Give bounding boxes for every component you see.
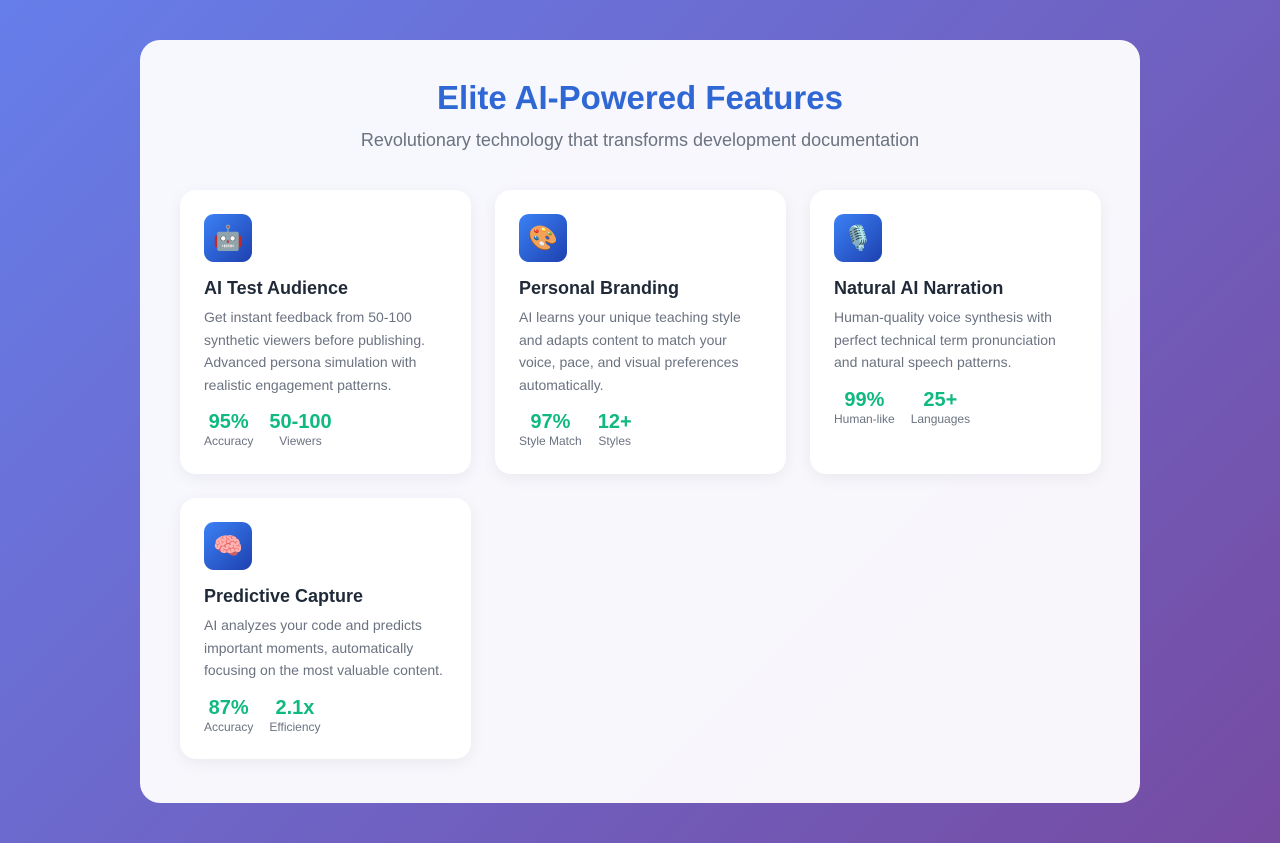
stat-value: 99% xyxy=(844,388,885,411)
feature-card-predictive-capture: 🧠 Predictive Capture AI analyzes your co… xyxy=(180,498,471,759)
feature-title: Personal Branding xyxy=(519,278,680,298)
stat-label: Accuracy xyxy=(204,719,254,734)
stat-item: 97% Style Match xyxy=(519,410,582,448)
stat-value: 2.1x xyxy=(275,696,315,719)
stat-label: Efficiency xyxy=(269,719,321,734)
feature-title: AI Test Audience xyxy=(204,278,349,298)
stat-label: Human-like xyxy=(834,411,895,426)
stat-label: Accuracy xyxy=(204,434,254,448)
feature-description: AI learns your unique teaching style and… xyxy=(519,309,741,393)
stat-item: 95% Accuracy xyxy=(204,410,253,448)
feature-card-natural-ai-narration: 🎙️ Natural AI Narration Human-quality vo… xyxy=(810,190,1101,474)
feature-title: Predictive Capture xyxy=(204,586,364,606)
stat-value: 25+ xyxy=(923,388,958,411)
stat-label: Style Match xyxy=(519,434,582,448)
stat-value: 87% xyxy=(208,696,249,719)
stat-item: 25+ Languages xyxy=(911,388,970,426)
stat-label: Languages xyxy=(910,411,971,426)
feature-card-personal-branding: 🎨 Personal Branding AI learns your uniqu… xyxy=(495,190,786,474)
feature-title: Natural AI Narration xyxy=(834,278,1004,298)
feature-card-ai-test-audience: 🤖 AI Test Audience Get instant feedback … xyxy=(180,190,471,474)
features-grid: 🤖 AI Test Audience Get instant feedback … xyxy=(180,190,1101,759)
stat-item: 50-100 Viewers xyxy=(269,410,331,448)
brain-icon: 🧠 xyxy=(204,522,252,570)
stat-label: Styles xyxy=(598,434,632,448)
stat-value: 50-100 xyxy=(269,411,332,433)
page-title: Elite AI-Powered Features xyxy=(437,79,843,116)
feature-stats: 87% Accuracy 2.1x Efficiency xyxy=(204,696,447,734)
page-subtitle: Revolutionary technology that transforms… xyxy=(360,130,920,150)
feature-description: Human-quality voice synthesis with perfe… xyxy=(834,309,1056,370)
stat-value: 12+ xyxy=(597,411,632,433)
feature-description: AI analyzes your code and predicts impor… xyxy=(204,617,443,678)
stat-label: Viewers xyxy=(279,434,322,448)
microphone-icon: 🎙️ xyxy=(834,214,882,262)
stat-value: 97% xyxy=(530,411,571,433)
stat-item: 2.1x Efficiency xyxy=(269,696,320,734)
feature-stats: 95% Accuracy 50-100 Viewers xyxy=(204,410,447,448)
feature-description: Get instant feedback from 50-100 synthet… xyxy=(204,309,426,393)
robot-icon: 🤖 xyxy=(204,214,252,262)
feature-stats: 99% Human-like 25+ Languages xyxy=(834,388,1077,426)
stat-value: 95% xyxy=(208,411,249,433)
feature-stats: 97% Style Match 12+ Styles xyxy=(519,410,762,448)
stat-item: 12+ Styles xyxy=(598,410,632,448)
stat-item: 99% Human-like xyxy=(834,388,895,426)
stat-item: 87% Accuracy xyxy=(204,696,253,734)
palette-icon: 🎨 xyxy=(519,214,567,262)
features-panel: Elite AI-Powered Features Revolutionary … xyxy=(140,40,1140,803)
